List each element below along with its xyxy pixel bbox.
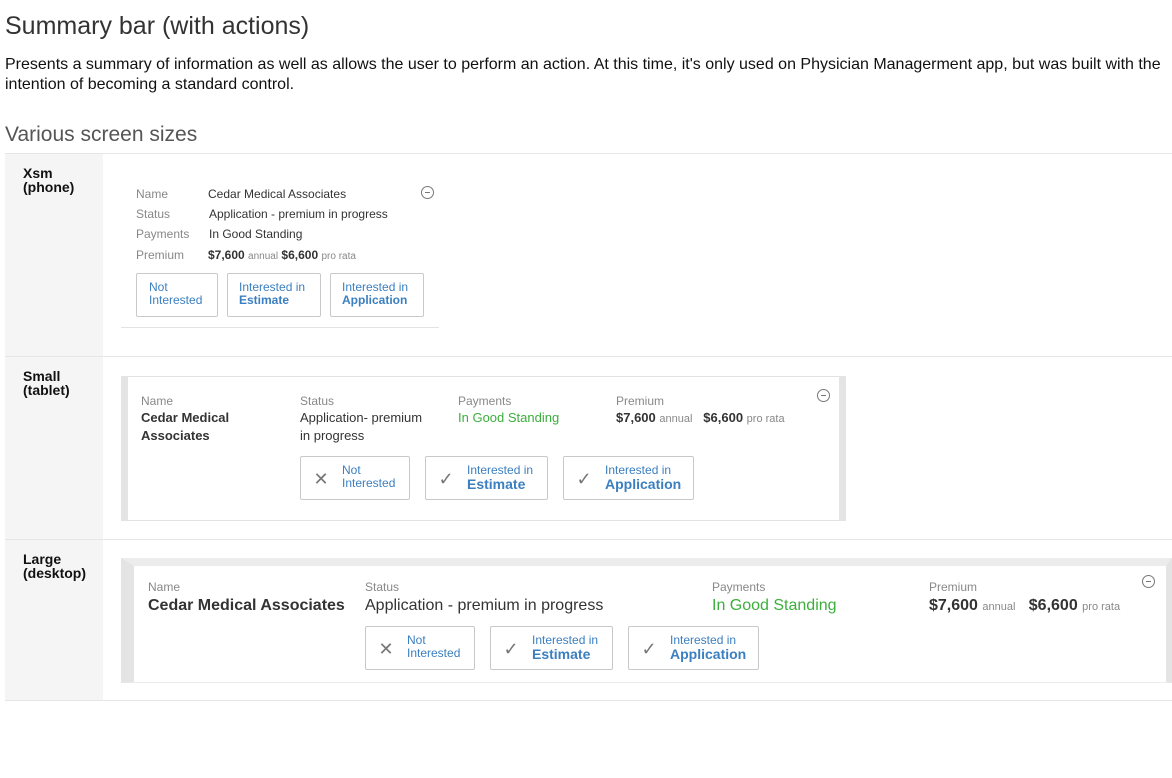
button-line2: Interested xyxy=(149,293,203,307)
button-line2: Application xyxy=(342,293,408,307)
prorata-label: pro rata xyxy=(321,251,356,262)
interested-application-button[interactable]: Interested in Application xyxy=(330,273,424,317)
name-line2: Associates xyxy=(141,428,210,443)
check-icon: ✓ xyxy=(438,469,454,489)
status-value: Application- premium in progress xyxy=(300,409,422,445)
premium-label: Premium xyxy=(929,580,978,594)
size-label-small: Small (tablet) xyxy=(23,369,70,397)
status-label: Status xyxy=(365,580,400,594)
row-small: Small (tablet) Name Cedar Medical Associ… xyxy=(5,356,1172,539)
name-line1: Cedar Medical xyxy=(141,410,230,425)
name-value: Cedar Medical Associates xyxy=(208,187,347,201)
status-column: Status Application- premium in progress xyxy=(300,393,422,445)
status-line2: in progress xyxy=(300,428,365,443)
premium-label: Premium xyxy=(136,248,185,262)
check-icon: ✓ xyxy=(503,639,519,659)
button-line2: Interested xyxy=(407,646,461,660)
name-label: Name xyxy=(136,187,169,201)
premium-value: $7,600 annual $6,600 pro rata xyxy=(616,409,785,428)
name-column: Name Cedar Medical Associates xyxy=(141,393,229,445)
row-xsm: Xsm (phone) Name Cedar Medical Associate… xyxy=(5,153,1172,356)
payments-label: Payments xyxy=(458,394,512,408)
name-value: Cedar Medical Associates xyxy=(141,409,229,445)
name-column: Name Cedar Medical Associates xyxy=(148,579,345,617)
interested-estimate-button[interactable]: ✓ Interested in Estimate xyxy=(425,456,548,500)
size-label-line2: (desktop) xyxy=(23,565,86,581)
annual-label: annual xyxy=(659,413,693,425)
premium-value: $7,600 annual $6,600 pro rata xyxy=(929,595,1120,618)
premium-column: Premium $7,600 annual $6,600 pro rata xyxy=(616,393,785,428)
collapse-icon[interactable] xyxy=(421,186,434,199)
payments-value: In Good Standing xyxy=(209,227,303,241)
size-label-line2: (phone) xyxy=(23,179,75,195)
summary-bar-small: Name Cedar Medical Associates Status App… xyxy=(121,376,846,521)
button-line2: Application xyxy=(670,646,747,662)
annual-label: annual xyxy=(248,251,279,262)
page-description: Presents a summary of information as wel… xyxy=(5,56,1161,93)
premium-value: $7,600 annual $6,600 pro rata xyxy=(208,247,356,265)
payments-column: Payments In Good Standing xyxy=(712,579,837,617)
collapse-icon[interactable] xyxy=(817,389,830,402)
not-interested-button[interactable]: Not Interested xyxy=(136,273,218,317)
x-icon: ✕ xyxy=(313,469,329,489)
summary-bar-xsm: Name Cedar Medical Associates Status App… xyxy=(121,168,439,328)
prorata-amount: $6,600 xyxy=(281,248,319,262)
x-icon: ✕ xyxy=(378,639,394,659)
size-label-large: Large (desktop) xyxy=(23,552,86,580)
payments-column: Payments In Good Standing xyxy=(458,393,559,427)
premium-column: Premium $7,600 annual $6,600 pro rata xyxy=(929,579,1120,618)
status-value: Application - premium in progress xyxy=(209,207,388,221)
summary-bar-large: Name Cedar Medical Associates Status App… xyxy=(121,558,1172,683)
size-label-column: Large (desktop) xyxy=(5,540,103,700)
payments-label: Payments xyxy=(712,580,766,594)
interested-estimate-button[interactable]: ✓ Interested in Estimate xyxy=(490,626,613,670)
prorata-amount: $6,600 xyxy=(703,410,744,425)
interested-application-button[interactable]: ✓ Interested in Application xyxy=(628,626,759,670)
annual-amount: $7,600 xyxy=(929,597,978,614)
name-value: Cedar Medical Associates xyxy=(148,597,345,614)
size-label-line2: (tablet) xyxy=(23,382,70,398)
payments-label: Payments xyxy=(136,227,190,241)
row-large: Large (desktop) Name Cedar Medical Assoc… xyxy=(5,539,1172,701)
name-label: Name xyxy=(148,580,181,594)
button-line2: Application xyxy=(605,476,682,492)
status-value: Application - premium in progress xyxy=(365,597,604,614)
size-label-column: Xsm (phone) xyxy=(5,154,103,356)
size-label-xsm: Xsm (phone) xyxy=(23,166,74,194)
interested-estimate-button[interactable]: Interested in Estimate xyxy=(227,273,321,317)
annual-amount: $7,600 xyxy=(208,248,245,262)
name-label: Name xyxy=(141,394,174,408)
not-interested-button[interactable]: ✕ Not Interested xyxy=(300,456,410,500)
status-label: Status xyxy=(136,207,171,221)
prorata-label: pro rata xyxy=(1082,601,1121,613)
button-line2: Interested xyxy=(342,476,396,490)
payments-value: In Good Standing xyxy=(712,597,837,614)
button-line2: Estimate xyxy=(239,293,290,307)
prorata-amount: $6,600 xyxy=(1028,597,1078,614)
not-interested-button[interactable]: ✕ Not Interested xyxy=(365,626,475,670)
size-label-column: Small (tablet) xyxy=(5,357,103,539)
annual-amount: $7,600 xyxy=(616,410,656,425)
collapse-icon[interactable] xyxy=(1142,575,1155,588)
check-icon: ✓ xyxy=(576,469,592,489)
status-label: Status xyxy=(300,394,335,408)
premium-label: Premium xyxy=(616,394,665,408)
interested-application-button[interactable]: ✓ Interested in Application xyxy=(563,456,694,500)
button-line2: Estimate xyxy=(467,476,526,492)
section-title: Various screen sizes xyxy=(5,123,198,146)
status-line1: Application- premium xyxy=(300,410,423,425)
annual-label: annual xyxy=(982,601,1016,613)
page-title: Summary bar (with actions) xyxy=(5,12,310,40)
prorata-label: pro rata xyxy=(746,413,785,425)
payments-value: In Good Standing xyxy=(458,410,560,425)
check-icon: ✓ xyxy=(641,639,657,659)
button-line2: Estimate xyxy=(532,646,591,662)
status-column: Status Application - premium in progress xyxy=(365,579,603,617)
